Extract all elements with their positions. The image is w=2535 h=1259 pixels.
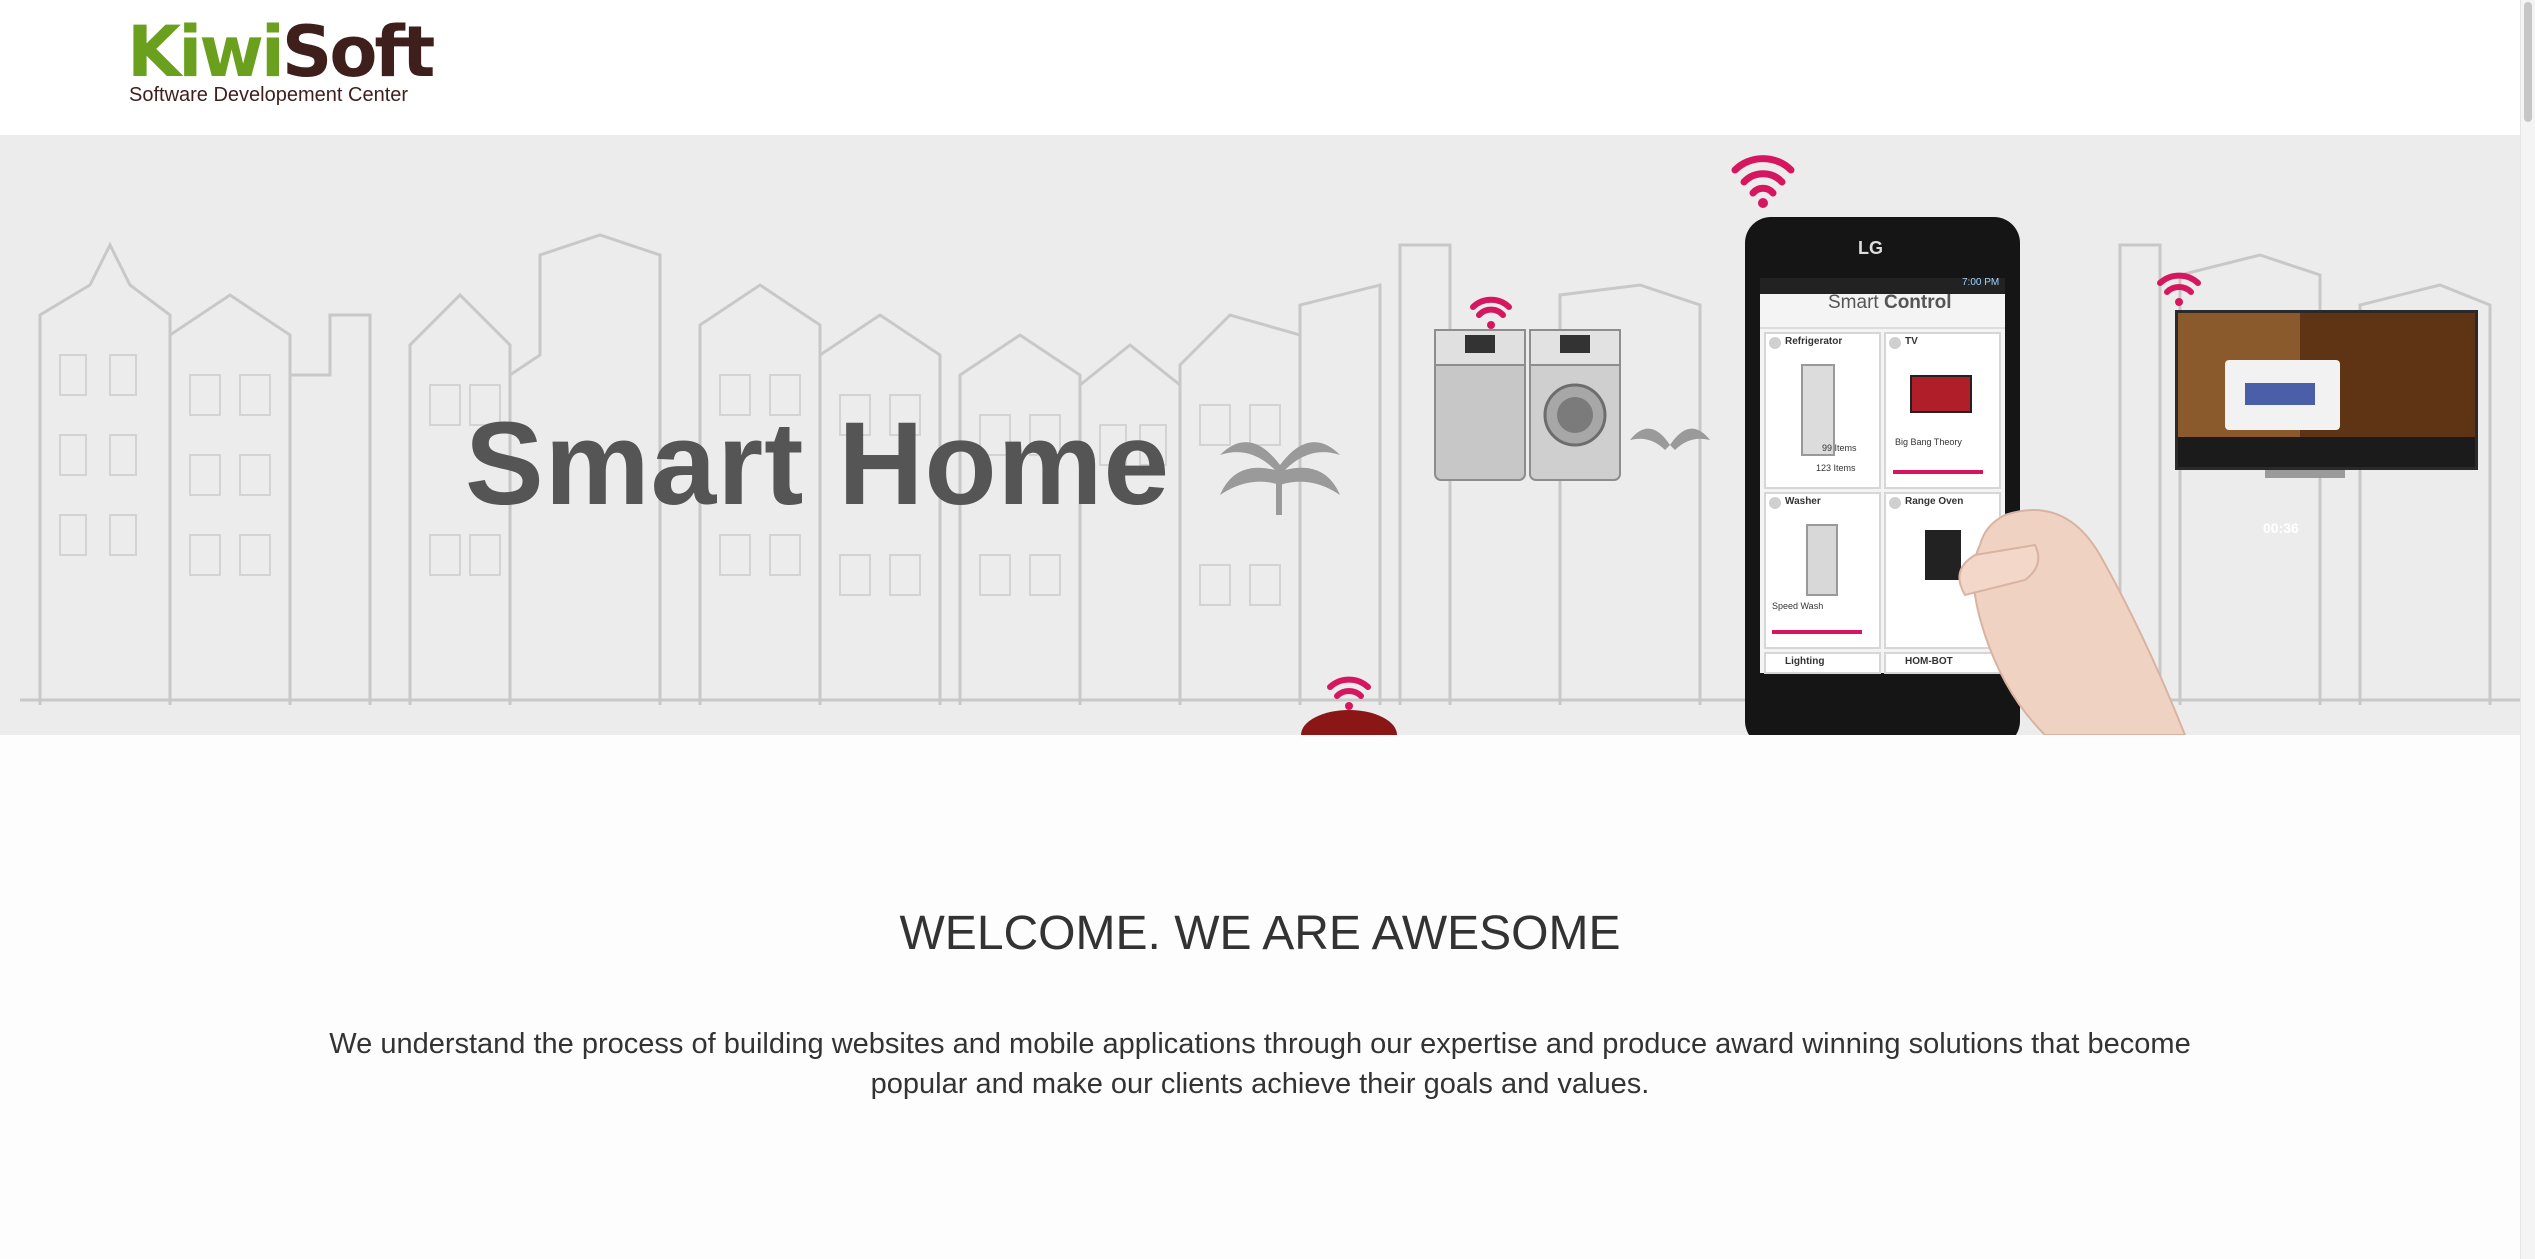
robot-vacuum xyxy=(1301,710,1397,735)
scrollbar-thumb[interactable] xyxy=(2524,2,2532,122)
site-header: KiwiSoft Software Developement Center xyxy=(0,0,2520,135)
phone-tile-washer-label: Washer xyxy=(1785,496,1821,507)
tv-screen-value: 00:36 xyxy=(2263,520,2299,536)
wifi-icon xyxy=(1327,676,1371,699)
wifi-icon xyxy=(1731,155,1795,197)
phone-app-title-light: Smart xyxy=(1828,292,1879,313)
phone-brand-label: LG xyxy=(1858,238,1883,258)
logo-kiwi-text: Kiwi xyxy=(127,11,285,93)
phone-tile-range-oven-label: Range Oven xyxy=(1905,496,1964,507)
phone-time-label: 7:00 PM xyxy=(1962,277,2000,288)
welcome-heading: WELCOME. WE ARE AWESOME xyxy=(899,907,1621,960)
hero-banner: Smart Home LG 7:00 PM Smart Control Refr… xyxy=(0,135,2520,735)
phone-tile-hombot-label: HOM-BOT xyxy=(1905,656,1953,667)
welcome-paragraph: We understand the process of building we… xyxy=(329,1028,2191,1100)
phone-app-title-bold: Control xyxy=(1883,292,1952,313)
logo-soft-text: Soft xyxy=(281,11,435,93)
phone-tile-tv-line1: Big Bang Theory xyxy=(1895,437,1962,447)
phone-tile-lighting-label: Lighting xyxy=(1785,656,1825,667)
phone-tile-refrigerator-line1: 99 Items xyxy=(1822,443,1857,453)
phone-tile-refrigerator-label: Refrigerator xyxy=(1785,336,1843,347)
logo-wordmark: KiwiSoft xyxy=(127,11,435,93)
wifi-icon xyxy=(1470,296,1512,318)
page-scrollbar[interactable] xyxy=(2520,0,2535,1259)
phone-tile-washer-line1: Speed Wash xyxy=(1772,601,1824,611)
phone-tile-tv-label: TV xyxy=(1905,336,1918,347)
smart-tv xyxy=(2175,310,2478,478)
phone-tile-refrigerator-line2: 123 Items xyxy=(1816,463,1856,473)
phone-app-title: Smart Control xyxy=(1828,292,1952,314)
banner-title: Smart Home xyxy=(465,398,1171,530)
washer-dryer-appliances xyxy=(1434,329,1621,481)
logo-tagline: Software Developement Center xyxy=(129,84,409,106)
kiwisoft-logo[interactable]: KiwiSoft Software Developement Center xyxy=(127,12,435,112)
smart-home-illustration xyxy=(20,155,2520,735)
